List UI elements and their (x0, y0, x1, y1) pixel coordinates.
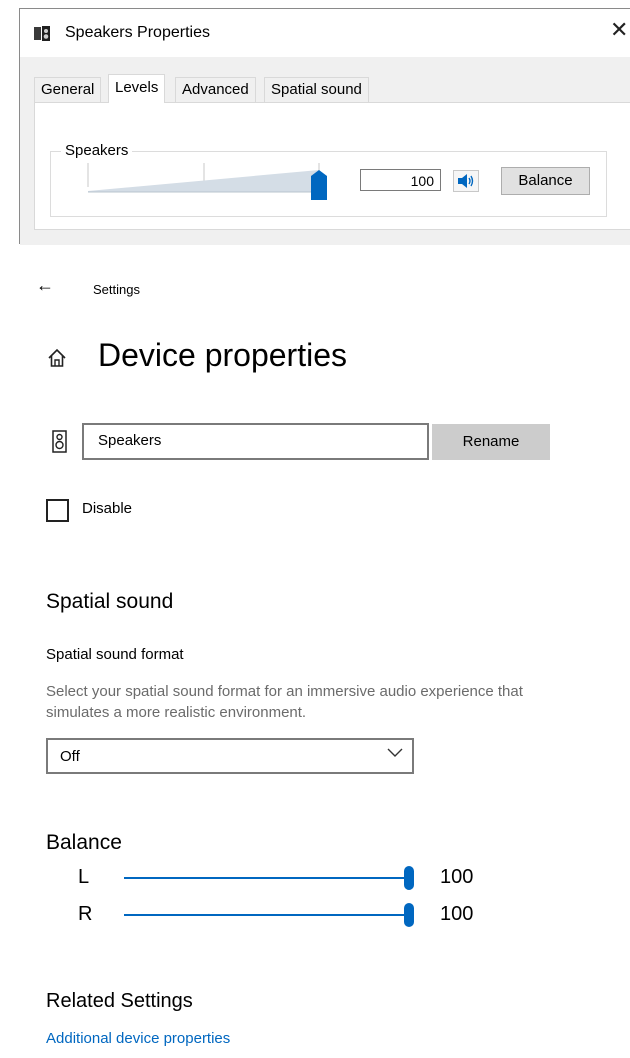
dialog-title-bar: Speakers Properties ✕ (20, 9, 630, 57)
tab-advanced[interactable]: Advanced (175, 77, 256, 102)
balance-heading: Balance (46, 831, 122, 854)
speaker-icon (458, 174, 474, 188)
tab-levels[interactable]: Levels (108, 74, 166, 103)
spatial-sound-description: Select your spatial sound format for an … (46, 681, 630, 723)
device-name-input[interactable]: Speakers (82, 423, 429, 460)
page-title: Device properties (98, 337, 347, 373)
spatial-desc-line-1: Select your spatial sound format for an … (46, 683, 523, 700)
balance-right-label: R (78, 903, 93, 925)
balance-left-track[interactable] (124, 877, 409, 879)
disable-checkbox[interactable] (46, 499, 69, 522)
home-icon (48, 348, 66, 367)
balance-right-thumb[interactable] (404, 903, 414, 927)
mute-button[interactable] (453, 170, 479, 192)
related-settings-heading: Related Settings (46, 990, 193, 1012)
app-title: Settings (93, 282, 140, 297)
additional-device-properties-link[interactable]: Additional device properties (46, 1030, 230, 1047)
volume-slider[interactable] (86, 162, 328, 202)
volume-slider-thumb (311, 170, 327, 200)
volume-value-field[interactable]: 100 (360, 169, 441, 191)
speakers-level-group: Speakers 100 Balance (50, 142, 607, 217)
spatial-sound-format-label: Spatial sound format (46, 646, 184, 663)
spatial-desc-line-2: simulates a more realistic environment. (46, 704, 307, 721)
disable-label: Disable (82, 500, 133, 517)
chevron-down-icon (387, 748, 403, 757)
balance-button[interactable]: Balance (501, 167, 590, 195)
dialog-title: Speakers Properties (65, 24, 210, 41)
balance-left-thumb[interactable] (404, 866, 414, 890)
speakers-properties-dialog: Speakers Properties ✕ General Levels Adv… (19, 8, 630, 245)
speakers-group-label: Speakers (61, 142, 133, 159)
tab-general[interactable]: General (34, 77, 102, 102)
balance-left-label: L (78, 866, 90, 888)
speaker-device-icon (34, 26, 50, 41)
spatial-sound-format-dropdown[interactable]: Off (46, 738, 414, 774)
balance-right-track[interactable] (124, 914, 409, 916)
back-arrow-icon[interactable]: ← (36, 276, 54, 294)
balance-left-value: 100 (440, 866, 474, 888)
dialog-body: General Levels Advanced Spatial sound Sp… (20, 57, 630, 245)
speaker-icon (52, 430, 67, 453)
rename-button[interactable]: Rename (432, 424, 550, 460)
levels-panel: Speakers 100 Balance (34, 102, 630, 230)
spatial-sound-heading: Spatial sound (46, 590, 174, 613)
tab-spatial-sound[interactable]: Spatial sound (264, 77, 369, 102)
close-icon[interactable]: ✕ (610, 19, 628, 41)
balance-right-value: 100 (440, 903, 474, 925)
